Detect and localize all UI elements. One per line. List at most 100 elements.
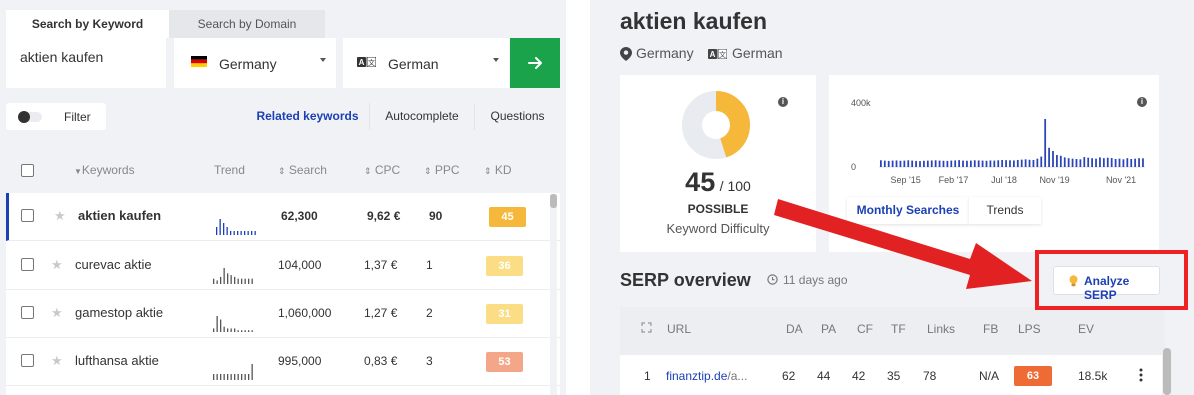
chart-bar (1118, 158, 1121, 167)
chart-bar (1114, 159, 1117, 167)
trend-bar (213, 278, 215, 284)
header-cpc[interactable]: ⇕ CPC (364, 163, 400, 177)
trend-bar (247, 231, 249, 235)
trend-bar (213, 374, 215, 380)
keyword-cell[interactable]: gamestop aktie (75, 305, 163, 320)
expand-icon[interactable] (641, 322, 652, 333)
chart-bar (950, 160, 953, 167)
chart-bar (1052, 151, 1054, 167)
table-row[interactable]: ★ lufthansa aktie 995,000 0,83 € 3 53 (6, 338, 560, 386)
search-go-button[interactable] (510, 38, 560, 88)
serp-header-links: Links (927, 322, 956, 336)
header-ppc[interactable]: ⇕ PPC (424, 163, 460, 177)
monthly-searches-chart: 400k 0 Sep '15 Feb '17 Jul '18 Nov '19 Nov '21 (851, 98, 1145, 185)
trend-sparkline (216, 219, 256, 235)
chart-bar (919, 161, 921, 167)
header-search[interactable]: ⇕ Search (278, 163, 327, 177)
row-checkbox[interactable] (21, 209, 34, 222)
language-icon: A 文 (357, 57, 376, 67)
keyword-input[interactable] (6, 38, 166, 88)
chart-bar (903, 160, 906, 167)
chart-bar (1036, 158, 1039, 167)
star-icon[interactable]: ★ (51, 305, 63, 321)
filter-toggle[interactable]: Filter (6, 103, 106, 130)
chart-bar (997, 160, 1000, 167)
chart-bar (926, 160, 929, 167)
more-vertical-icon[interactable] (1139, 368, 1143, 382)
trend-bar (240, 231, 242, 235)
header-kd[interactable]: ⇕ KD (484, 163, 512, 177)
kd-badge: 45 (489, 207, 526, 227)
chart-bar (938, 160, 941, 167)
chart-bar (981, 160, 984, 167)
serp-url-link[interactable]: finanztip.de/a... (666, 369, 747, 383)
chart-bar (915, 160, 917, 167)
keyword-cell[interactable]: lufthansa aktie (75, 353, 159, 368)
table-scrollbar[interactable] (550, 194, 557, 395)
tab-monthly-searches[interactable]: Monthly Searches (847, 197, 969, 224)
sort-icon: ⇕ (484, 166, 492, 176)
search-volume-cell: 104,000 (278, 258, 322, 272)
keyword-cell[interactable]: curevac aktie (75, 257, 152, 272)
chart-bar (958, 160, 960, 167)
trend-bar (223, 374, 225, 380)
chart-bar (1059, 155, 1062, 167)
trend-bar (230, 231, 232, 235)
trend-bar (227, 328, 229, 332)
tab-autocomplete[interactable]: Autocomplete (369, 103, 474, 130)
arrow-right-icon (528, 57, 542, 69)
trend-sparkline (213, 268, 253, 284)
language-icon: A 文 (708, 49, 727, 59)
keyword-search-panel: Search by Keyword Search by Domain Germa… (0, 0, 590, 395)
row-checkbox[interactable] (21, 258, 34, 271)
search-trend-card: i 400k 0 Sep '15 Feb '17 Jul '18 Nov '19 Nov '… (829, 75, 1159, 252)
scrollbar-thumb[interactable] (550, 194, 557, 208)
row-checkbox[interactable] (21, 306, 34, 319)
select-all-checkbox[interactable] (21, 164, 34, 177)
toggle-switch[interactable] (18, 111, 42, 123)
chart-bar (1013, 160, 1015, 167)
trend-bar (241, 374, 243, 380)
search-volume-cell: 62,300 (281, 209, 318, 223)
trend-bar (237, 278, 239, 284)
table-row[interactable]: ★ gamestop aktie 1,060,000 1,27 € 2 31 (6, 290, 560, 338)
tab-related-keywords[interactable]: Related keywords (246, 103, 369, 130)
star-icon[interactable]: ★ (51, 353, 63, 369)
keyword-detail-panel: aktien kaufen Germany A 文 German i 45 / … (590, 0, 1194, 395)
trend-bar (226, 227, 228, 235)
serp-scrollbar[interactable] (1162, 348, 1172, 395)
trend-bar (213, 328, 215, 332)
search-volume-cell: 1,060,000 (278, 306, 332, 320)
clock-icon (767, 274, 778, 285)
toggle-knob (18, 111, 30, 123)
star-icon[interactable]: ★ (51, 257, 63, 273)
table-row[interactable]: ★ aktien kaufen 62,300 9,62 € 90 45 (6, 193, 560, 241)
keyword-cell[interactable]: aktien kaufen (78, 208, 161, 223)
tab-search-by-domain[interactable]: Search by Domain (169, 10, 325, 38)
row-checkbox[interactable] (21, 354, 34, 367)
chart-bar (1079, 159, 1082, 167)
trend-bar (216, 280, 218, 284)
country-select[interactable]: Germany (174, 38, 336, 88)
serp-links: 78 (923, 369, 937, 383)
tab-trends[interactable]: Trends (969, 197, 1041, 224)
table-header: ▼Keywords Trend ⇕ Search ⇕ CPC ⇕ PPC ⇕ K… (6, 147, 560, 193)
location-pin-icon (620, 47, 632, 61)
chart-bar (985, 160, 988, 167)
highlight-box-annotation (1035, 250, 1188, 310)
header-keywords[interactable]: ▼Keywords (74, 163, 135, 177)
trend-bar (241, 278, 243, 284)
trend-bar (244, 330, 246, 332)
trend-bar (230, 374, 232, 380)
tab-search-by-keyword[interactable]: Search by Keyword (6, 10, 169, 38)
info-icon[interactable]: i (778, 97, 788, 107)
cpc-cell: 0,83 € (364, 354, 398, 368)
table-row[interactable]: ★ curevac aktie 104,000 1,37 € 1 36 (6, 242, 560, 290)
language-select[interactable]: A 文 German (343, 38, 509, 88)
chart-bar (1134, 158, 1137, 167)
star-icon[interactable]: ★ (54, 208, 66, 224)
serp-row[interactable]: 1 finanztip.de/a... 62 44 42 35 78 N/A 6… (620, 355, 1165, 395)
trend-bar (244, 278, 246, 284)
scrollbar-thumb[interactable] (1163, 348, 1171, 395)
tab-questions[interactable]: Questions (474, 103, 560, 130)
